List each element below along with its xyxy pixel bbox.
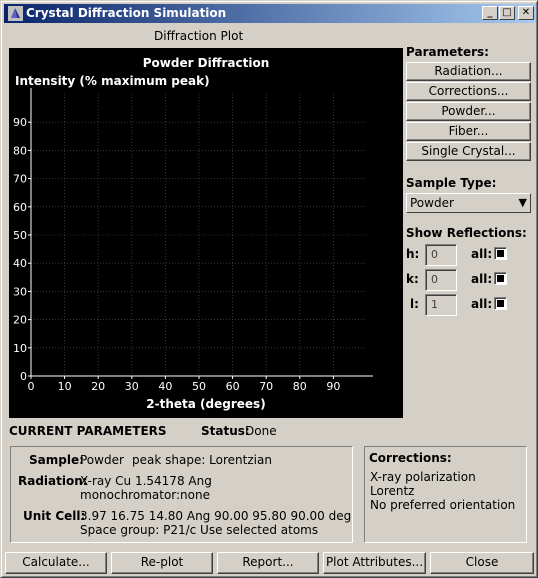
y-tick-label: 20	[13, 314, 27, 327]
radiation-line-2: monochromator:none	[80, 488, 210, 502]
x-tick-label: 30	[125, 380, 139, 393]
radiation-label: Radiation:	[18, 474, 88, 488]
x-tick-label: 0	[28, 380, 35, 393]
app-window: Crystal Diffraction Simulation _ □ ✕ Dif…	[0, 0, 538, 578]
maximize-icon: □	[502, 7, 512, 18]
correction-item: No preferred orientation	[370, 498, 516, 512]
l-all-label: all:	[471, 297, 493, 311]
radiation-button[interactable]: Radiation...	[406, 62, 531, 81]
sample-value: Powder	[80, 453, 124, 467]
y-tick-label: 80	[13, 144, 27, 157]
radiation-line-1: X-ray Cu 1.54178 Ang	[80, 474, 212, 488]
k-label: k:	[406, 272, 419, 286]
k-all-label: all:	[471, 272, 493, 286]
minimize-button[interactable]: _	[482, 6, 498, 20]
diffraction-plot: Powder Diffraction Intensity (% maximum …	[9, 48, 403, 418]
y-tick-label: 10	[13, 342, 27, 355]
current-parameters-heading: CURRENT PARAMETERS	[9, 424, 167, 438]
plot-heading: Diffraction Plot	[154, 29, 244, 43]
unit-cell-line-1: 3.97 16.75 14.80 Ang 90.00 95.80 90.00 d…	[80, 509, 352, 523]
l-label: l:	[410, 297, 419, 311]
h-label: h:	[406, 247, 420, 261]
replot-button[interactable]: Re-plot	[111, 552, 213, 574]
y-tick-label: 90	[13, 116, 27, 129]
y-tick-label: 0	[20, 370, 27, 383]
sample-type-value: Powder	[410, 196, 454, 210]
x-tick-label: 60	[226, 380, 240, 393]
peak-shape: peak shape: Lorentzian	[132, 453, 272, 467]
y-tick-label: 40	[13, 257, 27, 270]
correction-item: X-ray polarization	[370, 470, 476, 484]
y-tick-label: 70	[13, 173, 27, 186]
title-bar[interactable]: Crystal Diffraction Simulation _ □ ✕	[4, 4, 536, 23]
calculate-button[interactable]: Calculate...	[5, 552, 107, 574]
h-all-label: all:	[471, 247, 493, 261]
k-input[interactable]: 0	[425, 269, 457, 291]
x-tick-label: 10	[58, 380, 72, 393]
plot-attributes-button[interactable]: Plot Attributes...	[323, 552, 426, 574]
y-tick-label: 50	[13, 229, 27, 242]
close-icon: ✕	[521, 7, 531, 18]
x-tick-label: 90	[326, 380, 340, 393]
single-crystal-button[interactable]: Single Crystal...	[406, 142, 531, 161]
y-tick-label: 60	[13, 201, 27, 214]
close-button[interactable]: Close	[430, 552, 534, 574]
status-value: Done	[245, 424, 277, 438]
unit-cell-label: Unit Cell:	[23, 509, 86, 523]
k-all-checkbox[interactable]	[494, 272, 507, 285]
l-all-checkbox[interactable]	[494, 297, 507, 310]
h-input[interactable]: 0	[425, 244, 457, 266]
corrections-heading: Corrections:	[369, 451, 452, 465]
show-reflections-label: Show Reflections:	[406, 226, 527, 240]
corrections-button[interactable]: Corrections...	[406, 82, 531, 101]
window-title: Crystal Diffraction Simulation	[26, 6, 227, 20]
minimize-icon: _	[487, 7, 493, 18]
maximize-button[interactable]: □	[499, 6, 515, 20]
report-button[interactable]: Report...	[217, 552, 319, 574]
powder-button[interactable]: Powder...	[406, 102, 531, 121]
chart-title: Powder Diffraction	[143, 56, 270, 70]
l-input[interactable]: 1	[425, 294, 457, 316]
fiber-button[interactable]: Fiber...	[406, 122, 531, 141]
close-window-button[interactable]: ✕	[518, 6, 534, 20]
x-tick-label: 80	[293, 380, 307, 393]
chart-x-axis-label: 2-theta (degrees)	[146, 397, 265, 411]
sample-type-label: Sample Type:	[406, 176, 497, 190]
chart-canvas: Powder Diffraction Intensity (% maximum …	[13, 56, 373, 411]
x-tick-label: 20	[91, 380, 105, 393]
chevron-down-icon: ▼	[518, 196, 527, 209]
parameters-heading: Parameters:	[406, 45, 489, 59]
unit-cell-line-2: Space group: P21/c Use selected atoms	[80, 523, 319, 537]
status-label: Status:	[201, 424, 250, 438]
correction-item: Lorentz	[370, 484, 415, 498]
sample-type-select[interactable]: Powder ▼	[406, 193, 531, 213]
crystal-app-icon	[8, 6, 23, 21]
y-tick-label: 30	[13, 285, 27, 298]
chart-y-axis-label: Intensity (% maximum peak)	[15, 74, 210, 88]
x-tick-label: 70	[259, 380, 273, 393]
sample-label: Sample:	[29, 453, 84, 467]
x-tick-label: 40	[158, 380, 172, 393]
h-all-checkbox[interactable]	[494, 247, 507, 260]
x-tick-label: 50	[192, 380, 206, 393]
